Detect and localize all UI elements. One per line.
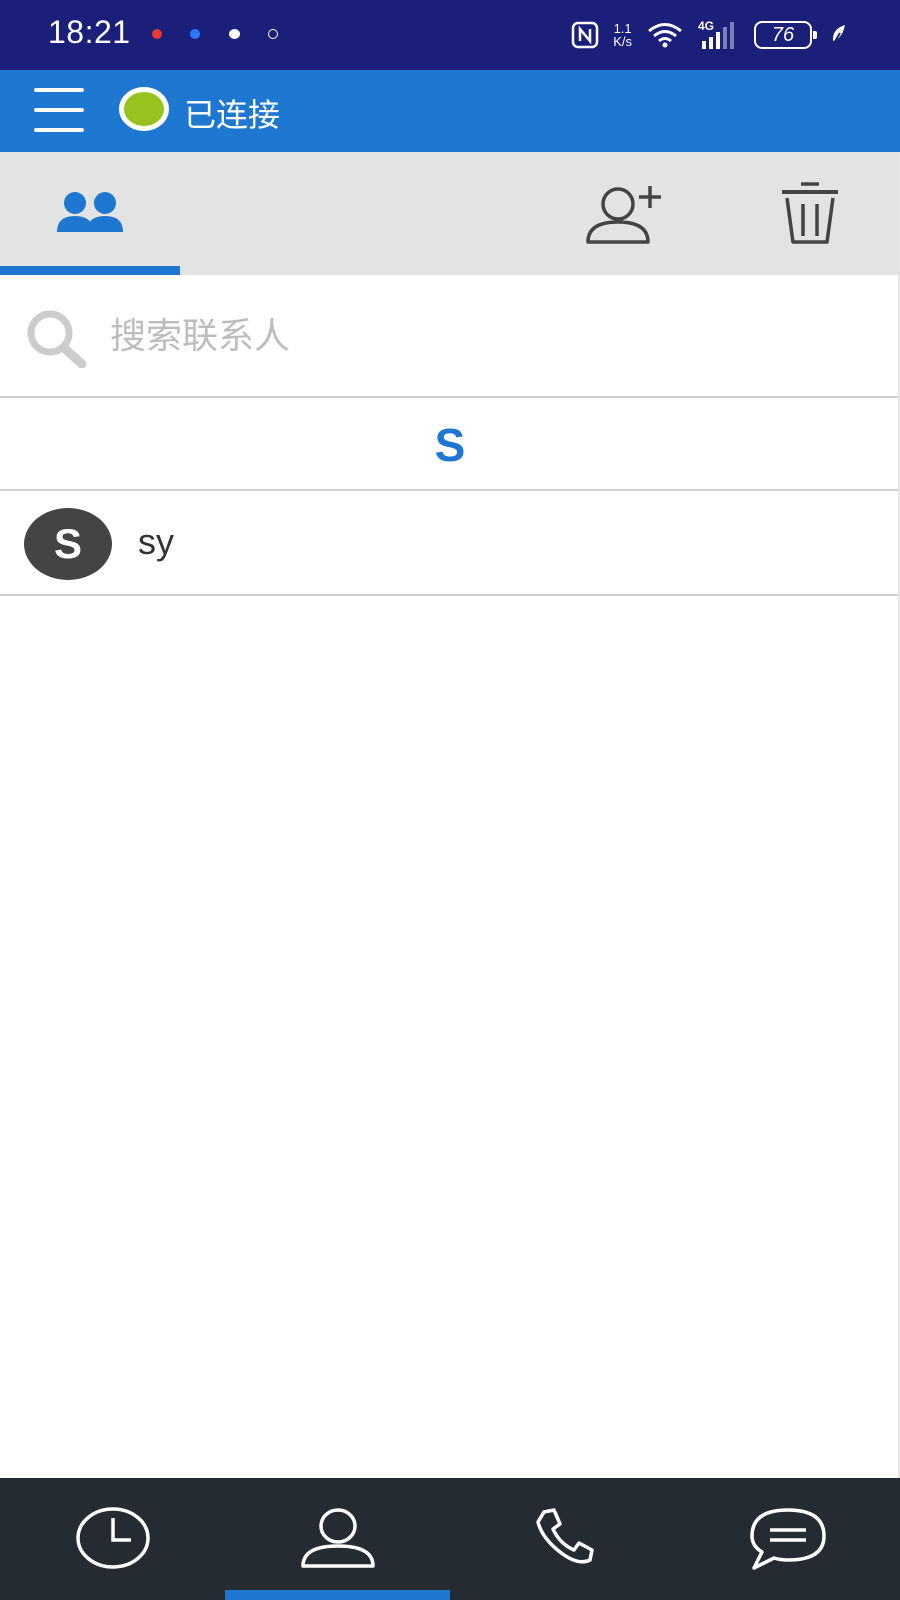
nfc-icon xyxy=(571,21,599,49)
leaf-icon xyxy=(832,25,845,46)
add-user-icon xyxy=(586,186,661,244)
battery-indicator: 76 xyxy=(754,21,817,49)
phone-icon xyxy=(535,1508,594,1564)
delete-button[interactable] xyxy=(778,180,842,246)
search-bar xyxy=(0,275,900,398)
avatar: S xyxy=(24,508,112,580)
search-input[interactable] xyxy=(110,301,870,371)
notification-icon xyxy=(268,29,278,39)
nav-item-recents[interactable] xyxy=(0,1478,225,1600)
contact-name: sy xyxy=(138,521,174,562)
tab-indicator xyxy=(0,266,180,275)
trash-icon xyxy=(782,182,838,244)
section-letter: S xyxy=(434,419,466,471)
nav-item-contacts[interactable] xyxy=(225,1478,450,1600)
status-icons: 1.1 K/s 4G 76 xyxy=(571,14,848,56)
network-speed: 1.1 K/s xyxy=(613,21,632,49)
connection-status: 已连接 xyxy=(184,96,281,134)
notification-icon xyxy=(229,29,240,39)
nav-active-indicator xyxy=(225,1590,450,1600)
section-header: S xyxy=(0,398,900,491)
search-icon xyxy=(27,310,87,368)
notification-icon xyxy=(152,29,162,39)
contacts-group-icon xyxy=(57,192,123,232)
contacts-screen: 18:21 1.1 K/s 4G 76 已连接 搜索联系人 S S sy xyxy=(0,0,900,1600)
chat-icon xyxy=(749,1508,826,1570)
menu-icon[interactable] xyxy=(34,88,86,134)
notification-icon xyxy=(190,29,200,39)
app-bar: 已连接 xyxy=(0,70,900,152)
clock-icon xyxy=(75,1507,150,1569)
connection-status-dot xyxy=(119,87,169,131)
tab-contacts[interactable] xyxy=(0,152,180,275)
wifi-icon xyxy=(648,23,682,48)
contact-list-item[interactable]: S sy xyxy=(0,491,900,596)
contacts-toolbar xyxy=(0,152,900,275)
status-time: 18:21 xyxy=(48,14,131,50)
person-icon xyxy=(300,1508,375,1568)
add-contact-button[interactable] xyxy=(584,182,674,246)
cellular-signal-icon: 4G xyxy=(698,19,740,49)
nav-item-messages[interactable] xyxy=(675,1478,900,1600)
bottom-navigation xyxy=(0,1478,900,1600)
nav-item-dialer[interactable] xyxy=(450,1478,675,1600)
status-bar: 18:21 1.1 K/s 4G 76 xyxy=(0,0,900,70)
